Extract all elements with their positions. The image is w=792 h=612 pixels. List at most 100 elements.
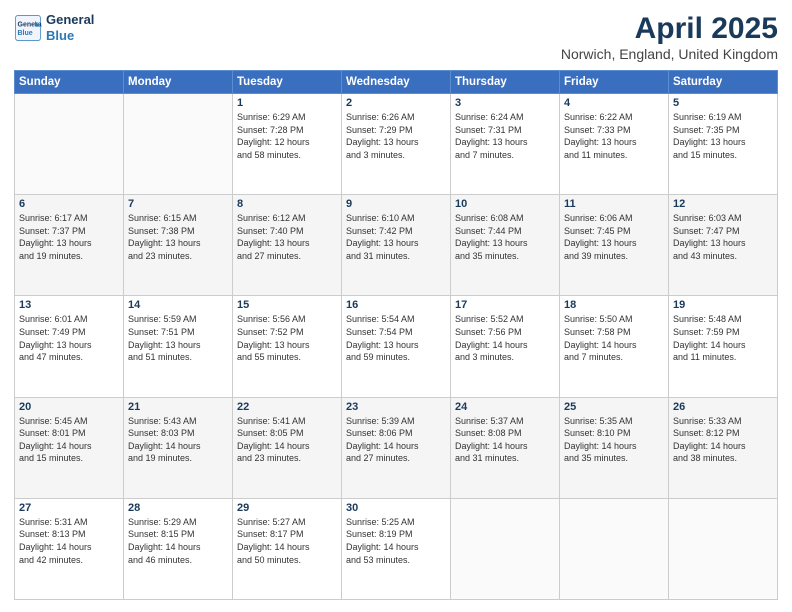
day-number: 14 <box>128 299 228 311</box>
day-info: Sunrise: 5:25 AM Sunset: 8:19 PM Dayligh… <box>346 516 446 566</box>
calendar-cell: 9 Sunrise: 6:10 AM Sunset: 7:42 PM Daylig… <box>342 195 451 296</box>
calendar-week-row: 20 Sunrise: 5:45 AM Sunset: 8:01 PM Dayli… <box>15 397 778 498</box>
day-info: Sunrise: 5:43 AM Sunset: 8:03 PM Dayligh… <box>128 415 228 465</box>
calendar-day-header: Wednesday <box>342 71 451 94</box>
day-number: 20 <box>19 401 119 413</box>
logo-text: General Blue <box>46 12 94 43</box>
calendar-cell: 15Sunrise: 5:56 AM Sunset: 7:52 PM Dayli… <box>233 296 342 397</box>
day-number: 18 <box>564 299 664 311</box>
calendar-cell: 18 Sunrise: 5:50 AM Sunset: 7:58 PM Dayli… <box>560 296 669 397</box>
day-number: 2 <box>346 97 446 109</box>
logo-line1: General <box>46 12 94 28</box>
day-number: 6 <box>19 198 119 210</box>
day-info: Sunrise: 6:10 AM Sunset: 7:42 PM Dayligh… <box>346 212 446 262</box>
day-number: 16 <box>346 299 446 311</box>
day-info: Sunrise: 5:50 AM Sunset: 7:58 PM Dayligh… <box>564 313 664 363</box>
logo-line2: Blue <box>46 28 94 44</box>
calendar-cell: 26 Sunrise: 5:33 AM Sunset: 8:12 PM Dayli… <box>669 397 778 498</box>
day-number: 9 <box>346 198 446 210</box>
day-number: 5 <box>673 97 773 109</box>
day-info: Sunrise: 5:41 AM Sunset: 8:05 PM Dayligh… <box>237 415 337 465</box>
day-info: Sunrise: 5:59 AM Sunset: 7:51 PM Dayligh… <box>128 313 228 363</box>
day-number: 26 <box>673 401 773 413</box>
calendar-cell: 8Sunrise: 6:12 AM Sunset: 7:40 PM Daylig… <box>233 195 342 296</box>
day-info: Sunrise: 5:33 AM Sunset: 8:12 PM Dayligh… <box>673 415 773 465</box>
day-info: Sunrise: 6:15 AM Sunset: 7:38 PM Dayligh… <box>128 212 228 262</box>
day-info: Sunrise: 5:45 AM Sunset: 8:01 PM Dayligh… <box>19 415 119 465</box>
day-number: 17 <box>455 299 555 311</box>
logo: General Blue General Blue <box>14 12 94 43</box>
calendar-cell: 1 Sunrise: 6:29 AM Sunset: 7:28 PM Daylig… <box>233 94 342 195</box>
calendar-week-row: 6 Sunrise: 6:17 AM Sunset: 7:37 PM Daylig… <box>15 195 778 296</box>
day-info: Sunrise: 6:24 AM Sunset: 7:31 PM Dayligh… <box>455 111 555 161</box>
day-info: Sunrise: 5:39 AM Sunset: 8:06 PM Dayligh… <box>346 415 446 465</box>
day-number: 11 <box>564 198 664 210</box>
day-number: 25 <box>564 401 664 413</box>
day-number: 29 <box>237 502 337 514</box>
day-number: 12 <box>673 198 773 210</box>
calendar-cell: 23Sunrise: 5:39 AM Sunset: 8:06 PM Dayli… <box>342 397 451 498</box>
day-info: Sunrise: 6:29 AM Sunset: 7:28 PM Dayligh… <box>237 111 337 161</box>
calendar-cell: 24 Sunrise: 5:37 AM Sunset: 8:08 PM Dayli… <box>451 397 560 498</box>
calendar-day-header: Friday <box>560 71 669 94</box>
day-info: Sunrise: 6:06 AM Sunset: 7:45 PM Dayligh… <box>564 212 664 262</box>
day-info: Sunrise: 6:12 AM Sunset: 7:40 PM Dayligh… <box>237 212 337 262</box>
calendar-table: SundayMondayTuesdayWednesdayThursdayFrid… <box>14 70 778 600</box>
calendar-cell: 17 Sunrise: 5:52 AM Sunset: 7:56 PM Dayli… <box>451 296 560 397</box>
calendar-cell: 5 Sunrise: 6:19 AM Sunset: 7:35 PM Daylig… <box>669 94 778 195</box>
calendar-week-row: 13 Sunrise: 6:01 AM Sunset: 7:49 PM Dayli… <box>15 296 778 397</box>
day-number: 13 <box>19 299 119 311</box>
calendar-cell: 12 Sunrise: 6:03 AM Sunset: 7:47 PM Dayli… <box>669 195 778 296</box>
day-number: 10 <box>455 198 555 210</box>
calendar-cell: 3 Sunrise: 6:24 AM Sunset: 7:31 PM Daylig… <box>451 94 560 195</box>
calendar-day-header: Monday <box>124 71 233 94</box>
day-info: Sunrise: 5:27 AM Sunset: 8:17 PM Dayligh… <box>237 516 337 566</box>
calendar-cell: 28Sunrise: 5:29 AM Sunset: 8:15 PM Dayli… <box>124 498 233 599</box>
day-info: Sunrise: 6:01 AM Sunset: 7:49 PM Dayligh… <box>19 313 119 363</box>
calendar-cell <box>560 498 669 599</box>
calendar-cell: 2 Sunrise: 6:26 AM Sunset: 7:29 PM Daylig… <box>342 94 451 195</box>
calendar-cell <box>451 498 560 599</box>
calendar-cell: 19 Sunrise: 5:48 AM Sunset: 7:59 PM Dayli… <box>669 296 778 397</box>
day-number: 7 <box>128 198 228 210</box>
calendar-cell <box>15 94 124 195</box>
calendar-week-row: 1 Sunrise: 6:29 AM Sunset: 7:28 PM Daylig… <box>15 94 778 195</box>
day-info: Sunrise: 5:31 AM Sunset: 8:13 PM Dayligh… <box>19 516 119 566</box>
day-number: 1 <box>237 97 337 109</box>
calendar-cell: 22Sunrise: 5:41 AM Sunset: 8:05 PM Dayli… <box>233 397 342 498</box>
calendar-cell: 4Sunrise: 6:22 AM Sunset: 7:33 PM Daylig… <box>560 94 669 195</box>
calendar-day-header: Tuesday <box>233 71 342 94</box>
calendar-cell: 25Sunrise: 5:35 AM Sunset: 8:10 PM Dayli… <box>560 397 669 498</box>
calendar-week-row: 27 Sunrise: 5:31 AM Sunset: 8:13 PM Dayli… <box>15 498 778 599</box>
day-info: Sunrise: 5:29 AM Sunset: 8:15 PM Dayligh… <box>128 516 228 566</box>
day-info: Sunrise: 5:54 AM Sunset: 7:54 PM Dayligh… <box>346 313 446 363</box>
day-info: Sunrise: 6:26 AM Sunset: 7:29 PM Dayligh… <box>346 111 446 161</box>
calendar-cell: 14 Sunrise: 5:59 AM Sunset: 7:51 PM Dayli… <box>124 296 233 397</box>
day-info: Sunrise: 6:08 AM Sunset: 7:44 PM Dayligh… <box>455 212 555 262</box>
calendar-day-header: Saturday <box>669 71 778 94</box>
day-info: Sunrise: 5:52 AM Sunset: 7:56 PM Dayligh… <box>455 313 555 363</box>
svg-text:Blue: Blue <box>18 30 33 37</box>
calendar-cell: 16 Sunrise: 5:54 AM Sunset: 7:54 PM Dayli… <box>342 296 451 397</box>
day-info: Sunrise: 5:37 AM Sunset: 8:08 PM Dayligh… <box>455 415 555 465</box>
day-info: Sunrise: 6:03 AM Sunset: 7:47 PM Dayligh… <box>673 212 773 262</box>
day-info: Sunrise: 6:17 AM Sunset: 7:37 PM Dayligh… <box>19 212 119 262</box>
day-info: Sunrise: 5:48 AM Sunset: 7:59 PM Dayligh… <box>673 313 773 363</box>
calendar-cell: 27 Sunrise: 5:31 AM Sunset: 8:13 PM Dayli… <box>15 498 124 599</box>
subtitle: Norwich, England, United Kingdom <box>561 46 778 62</box>
calendar-day-header: Sunday <box>15 71 124 94</box>
header: General Blue General Blue April 2025 Nor… <box>14 12 778 62</box>
calendar-cell <box>124 94 233 195</box>
page: General Blue General Blue April 2025 Nor… <box>0 0 792 612</box>
calendar-cell: 21 Sunrise: 5:43 AM Sunset: 8:03 PM Dayli… <box>124 397 233 498</box>
day-number: 3 <box>455 97 555 109</box>
day-number: 27 <box>19 502 119 514</box>
title-block: April 2025 Norwich, England, United King… <box>561 12 778 62</box>
day-number: 21 <box>128 401 228 413</box>
logo-icon: General Blue <box>14 14 42 42</box>
day-number: 19 <box>673 299 773 311</box>
day-info: Sunrise: 5:56 AM Sunset: 7:52 PM Dayligh… <box>237 313 337 363</box>
day-info: Sunrise: 6:19 AM Sunset: 7:35 PM Dayligh… <box>673 111 773 161</box>
day-number: 24 <box>455 401 555 413</box>
calendar-cell: 6 Sunrise: 6:17 AM Sunset: 7:37 PM Daylig… <box>15 195 124 296</box>
